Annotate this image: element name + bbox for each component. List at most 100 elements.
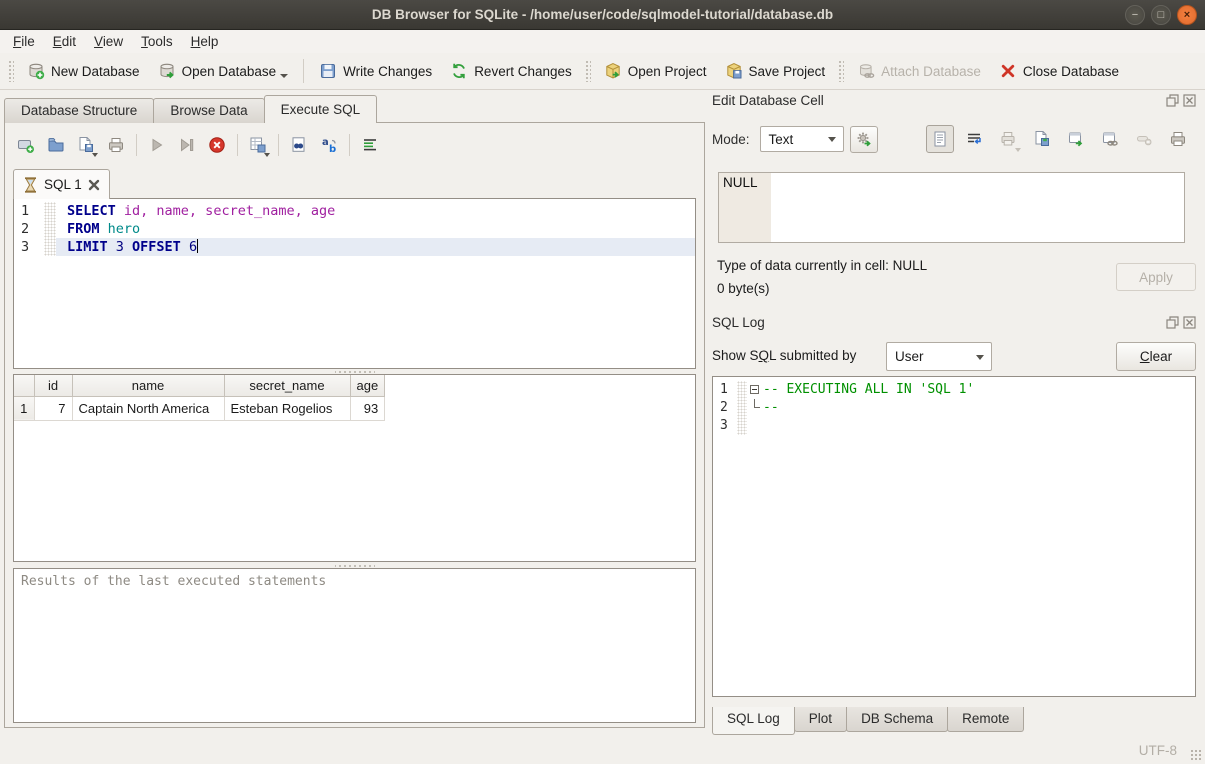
status-bar: UTF-8: [0, 737, 1205, 764]
line-number: 1: [14, 202, 44, 220]
close-button[interactable]: ×: [1177, 5, 1197, 25]
maximize-button[interactable]: □: [1151, 5, 1171, 25]
word-wrap-button[interactable]: [960, 125, 988, 153]
open-sql-tab-button[interactable]: [13, 132, 39, 158]
cell-value-editor[interactable]: NULL: [718, 172, 1185, 243]
fold-margin: [737, 381, 747, 399]
tab-browse-data[interactable]: Browse Data: [153, 98, 264, 123]
apply-button-label: Apply: [1139, 270, 1173, 285]
text-mode-button[interactable]: [926, 125, 954, 153]
tab-db-schema[interactable]: DB Schema: [846, 707, 948, 732]
execute-all-button[interactable]: [144, 132, 170, 158]
execute-line-button[interactable]: [174, 132, 200, 158]
title-bar[interactable]: DB Browser for SQLite - /home/user/code/…: [0, 0, 1205, 30]
toolbar-separator: [303, 59, 304, 83]
menu-file[interactable]: File: [4, 32, 44, 51]
new-database-button[interactable]: New Database: [18, 58, 149, 84]
close-panel-icon[interactable]: [1183, 94, 1196, 107]
tab-sql-log[interactable]: SQL Log: [712, 707, 795, 735]
tab-database-structure[interactable]: Database Structure: [4, 98, 154, 123]
encoding-indicator[interactable]: UTF-8: [1139, 743, 1177, 758]
fold-margin: [44, 238, 56, 256]
sql-editor-tab[interactable]: SQL 1: [13, 169, 110, 199]
find-button[interactable]: [286, 132, 312, 158]
write-changes-label: Write Changes: [343, 64, 432, 79]
column-header-id[interactable]: id: [34, 375, 72, 396]
log-filter-label-part: Show S: [712, 348, 759, 363]
editor-code: FROM hero: [56, 220, 695, 238]
sql-toolbar-separator: [136, 134, 137, 156]
open-external-button[interactable]: [1062, 125, 1090, 153]
tab-execute-sql[interactable]: Execute SQL: [264, 95, 378, 123]
float-panel-icon[interactable]: [1166, 316, 1179, 329]
menu-tools[interactable]: Tools: [132, 32, 182, 51]
sql-toolbar: a b: [13, 132, 383, 158]
toolbar-grip[interactable]: [585, 60, 591, 82]
results-grid[interactable]: id name secret_name age 1 7 Captain Nort…: [13, 374, 696, 562]
sql-toolbar-separator: [349, 134, 350, 156]
results-message: Results of the last executed statements: [13, 568, 696, 723]
corner-header[interactable]: [14, 375, 34, 396]
cell-age[interactable]: 93: [350, 396, 385, 420]
sql-editor[interactable]: 1 SELECT id, name, secret_name, age 2 FR…: [13, 198, 696, 369]
print-sql-button[interactable]: [103, 132, 129, 158]
write-changes-button[interactable]: Write Changes: [310, 58, 441, 84]
log-filter-select[interactable]: User: [886, 342, 992, 371]
mode-select[interactable]: Text: [760, 126, 844, 152]
sql-keyword: SELECT: [67, 203, 116, 219]
find-replace-icon: a b: [320, 136, 338, 154]
open-database-button[interactable]: Open Database: [149, 58, 298, 84]
revert-changes-label: Revert Changes: [474, 64, 572, 79]
main-tab-bar: Database Structure Browse Data Execute S…: [4, 95, 376, 123]
clear-log-button[interactable]: Clear: [1116, 342, 1196, 371]
format-sql-button[interactable]: [357, 132, 383, 158]
resize-grip[interactable]: [1190, 749, 1202, 761]
menu-edit[interactable]: Edit: [44, 32, 85, 51]
link-icon: [1101, 130, 1119, 148]
column-header-secret-name[interactable]: secret_name: [224, 375, 350, 396]
revert-changes-button[interactable]: Revert Changes: [441, 58, 581, 84]
log-text: --: [763, 399, 779, 417]
table-row[interactable]: 1 7 Captain North America Esteban Rogeli…: [14, 396, 385, 420]
fold-control[interactable]: [747, 381, 763, 399]
stop-execution-button[interactable]: [204, 132, 230, 158]
export-cell-button[interactable]: [1028, 125, 1056, 153]
editor-line-current: 3 LIMIT 3 OFFSET 6: [14, 238, 695, 256]
export-results-button[interactable]: [245, 132, 271, 158]
menu-help[interactable]: Help: [182, 32, 228, 51]
execute-sql-page: a b SQL 1: [4, 122, 705, 728]
minimize-button[interactable]: −: [1125, 5, 1145, 25]
copy-link-button[interactable]: [1096, 125, 1124, 153]
cell-id[interactable]: 7: [34, 396, 72, 420]
tab-plot[interactable]: Plot: [794, 707, 847, 732]
float-panel-icon[interactable]: [1166, 94, 1179, 107]
export-dropdown-icon[interactable]: [264, 153, 270, 157]
cell-secret-name[interactable]: Esteban Rogelios: [224, 396, 350, 420]
menu-view[interactable]: View: [85, 32, 132, 51]
format-sql-icon: [361, 136, 379, 154]
close-panel-icon[interactable]: [1183, 316, 1196, 329]
open-sql-file-button[interactable]: [43, 132, 69, 158]
cell-name[interactable]: Captain North America: [72, 396, 224, 420]
save-project-button[interactable]: Save Project: [716, 58, 835, 84]
row-number[interactable]: 1: [14, 396, 34, 420]
toolbar-grip[interactable]: [838, 60, 844, 82]
auto-apply-button[interactable]: [850, 126, 878, 153]
print-cell-button[interactable]: [1164, 125, 1192, 153]
close-database-button[interactable]: Close Database: [990, 58, 1128, 84]
tab-remote[interactable]: Remote: [947, 707, 1024, 732]
open-database-dropdown-icon[interactable]: [280, 74, 288, 78]
collapse-icon[interactable]: [750, 385, 759, 394]
save-sql-file-button[interactable]: [73, 132, 99, 158]
open-project-button[interactable]: Open Project: [595, 58, 716, 84]
apply-button: Apply: [1116, 263, 1196, 291]
find-replace-button[interactable]: a b: [316, 132, 342, 158]
column-header-age[interactable]: age: [350, 375, 385, 396]
close-tab-icon[interactable]: [88, 179, 100, 191]
sql-log-dock-buttons: [1166, 316, 1196, 329]
save-sql-dropdown-icon[interactable]: [92, 153, 98, 157]
toolbar-grip[interactable]: [8, 60, 14, 82]
sql-log-editor[interactable]: 1 -- EXECUTING ALL IN 'SQL 1' 2 -- 3: [712, 376, 1196, 697]
column-header-name[interactable]: name: [72, 375, 224, 396]
log-filter-label-part: L submitted by: [769, 348, 856, 363]
